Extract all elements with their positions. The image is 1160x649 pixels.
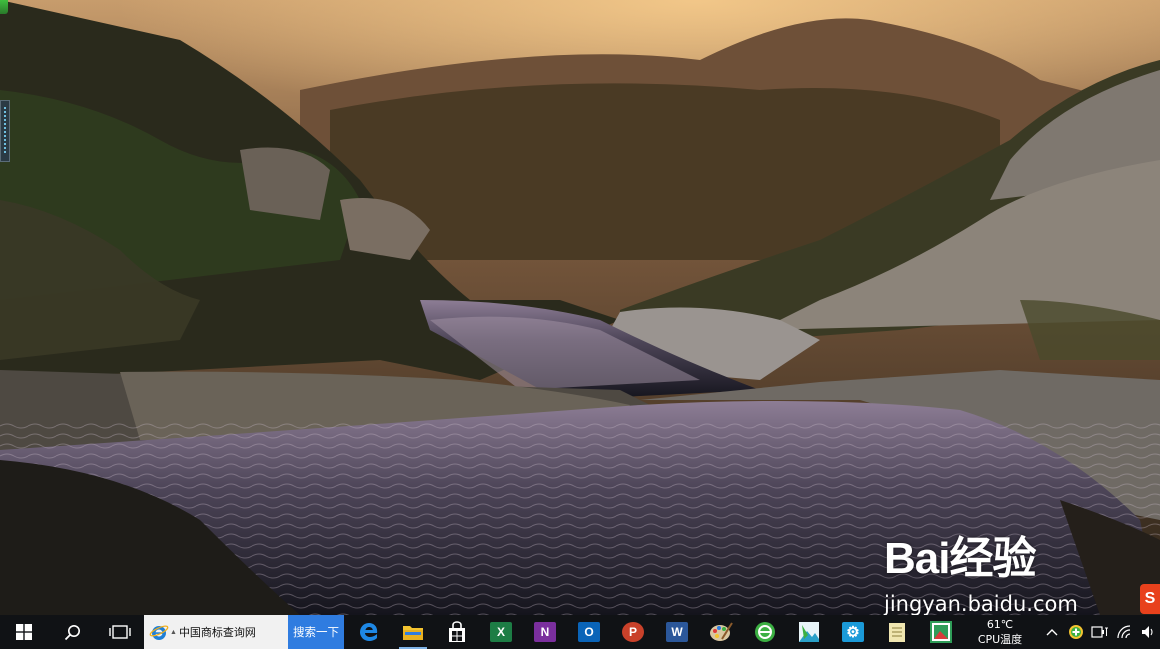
- taskbar-app-edge[interactable]: [347, 615, 391, 649]
- desktop: Bai经验 jingyan.baidu.com S: [0, 0, 1160, 615]
- magnifier-icon: [64, 624, 80, 640]
- system-tray: 61℃ CPU温度: [970, 615, 1160, 649]
- baidu-watermark: Bai经验 jingyan.baidu.com: [884, 522, 1094, 615]
- search-dropdown-icon[interactable]: ▲: [170, 629, 177, 636]
- taskbar-app-browser-360[interactable]: [743, 615, 787, 649]
- taskbar-app-settings[interactable]: ⚙: [831, 615, 875, 649]
- search-button[interactable]: [48, 615, 96, 649]
- pinned-apps: X N O P W ⚙: [347, 615, 963, 649]
- gadget-indicator[interactable]: [0, 0, 8, 14]
- taskbar-app-photos[interactable]: [787, 615, 831, 649]
- taskbar: ▲ 中国商标查询网 搜索一下 X N O P W ⚙ 61℃ CPU温度: [0, 615, 1160, 649]
- chevron-up-icon: [1046, 629, 1058, 636]
- search-submit-button[interactable]: 搜索一下: [288, 615, 344, 649]
- taskbar-app-paint[interactable]: [699, 615, 743, 649]
- excel-icon: X: [490, 622, 512, 642]
- power-status-button[interactable]: [1088, 615, 1112, 649]
- network-button[interactable]: [1112, 615, 1136, 649]
- task-view-icon: [109, 625, 131, 639]
- word-icon: W: [666, 622, 688, 642]
- battery-icon: [1091, 626, 1108, 638]
- start-button[interactable]: [0, 615, 48, 649]
- volume-button[interactable]: [1136, 615, 1160, 649]
- taskbar-app-store[interactable]: [435, 615, 479, 649]
- taskbar-app-notepad[interactable]: [875, 615, 919, 649]
- powerpoint-icon: P: [622, 622, 644, 642]
- taskbar-app-file-explorer[interactable]: [391, 615, 435, 649]
- store-bag-icon: [449, 621, 465, 642]
- photos-icon: [799, 622, 819, 642]
- search-box[interactable]: ▲ 中国商标查询网: [144, 615, 288, 649]
- taskbar-app-word[interactable]: W: [655, 615, 699, 649]
- outlook-icon: O: [578, 622, 600, 642]
- settings-gear-icon: ⚙: [842, 622, 864, 642]
- task-view-button[interactable]: [96, 615, 144, 649]
- taskbar-app-onenote[interactable]: N: [523, 615, 567, 649]
- cpu-temp-value: 61℃: [986, 618, 1014, 631]
- taskbar-app-outlook[interactable]: O: [567, 615, 611, 649]
- cpu-temperature-widget[interactable]: 61℃ CPU温度: [970, 617, 1030, 647]
- watermark-url: jingyan.baidu.com: [884, 592, 1078, 615]
- folder-icon: [403, 626, 423, 640]
- tray-app-green-plus[interactable]: [1064, 615, 1088, 649]
- wifi-icon: [1117, 625, 1131, 639]
- browser-360-icon: [755, 622, 775, 642]
- sogou-input-badge[interactable]: S: [1140, 584, 1160, 614]
- notepad-icon: [889, 623, 905, 642]
- picture-viewer-icon: [930, 621, 952, 643]
- side-gadget-bar[interactable]: [0, 100, 10, 162]
- windows-logo-icon: [16, 624, 32, 640]
- watermark-brand: Bai经验: [884, 534, 1036, 583]
- ie-icon: [149, 625, 169, 640]
- edge-icon: [360, 623, 378, 641]
- green-plus-icon: [1069, 625, 1083, 639]
- taskbar-app-powerpoint[interactable]: P: [611, 615, 655, 649]
- paint-palette-icon: [710, 622, 733, 641]
- taskbar-app-excel[interactable]: X: [479, 615, 523, 649]
- show-hidden-icons-button[interactable]: [1040, 615, 1064, 649]
- search-input[interactable]: 中国商标查询网: [179, 624, 256, 640]
- volume-icon: [1142, 626, 1153, 638]
- taskbar-app-gallery[interactable]: [919, 615, 963, 649]
- cpu-temp-label: CPU温度: [977, 633, 1023, 646]
- onenote-icon: N: [534, 622, 556, 642]
